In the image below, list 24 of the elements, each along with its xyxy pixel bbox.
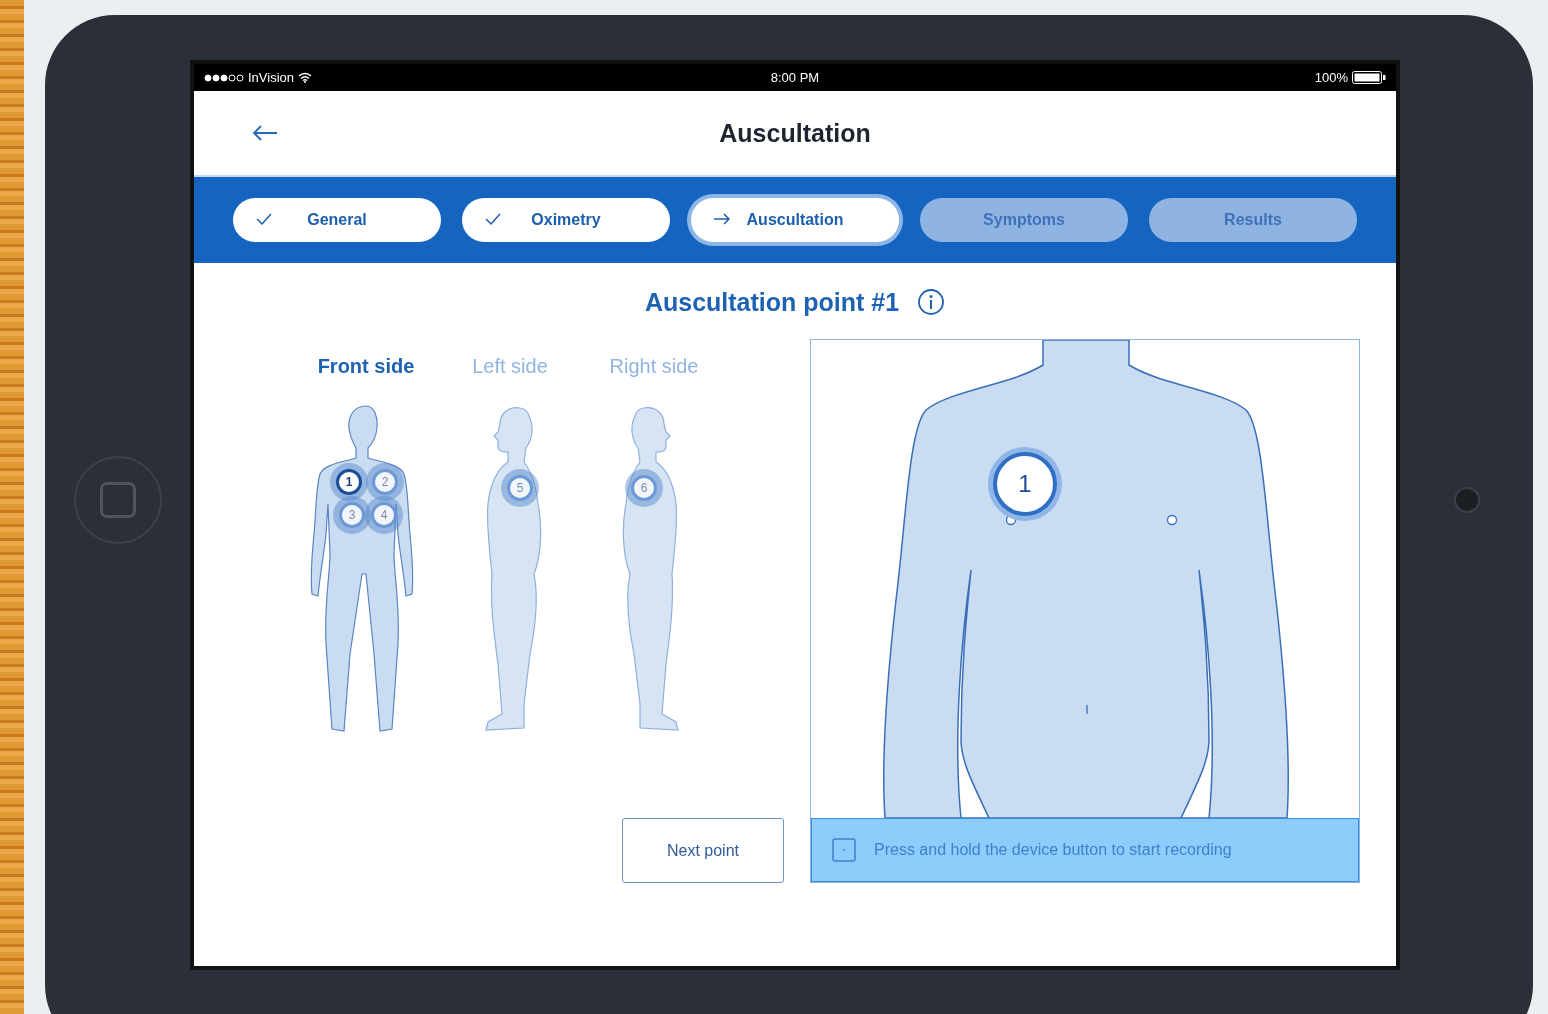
view-tab[interactable]: Right side — [609, 355, 699, 378]
status-time: 8:00 PM — [770, 70, 820, 85]
point-heading: Auscultation point #1 — [644, 287, 900, 317]
screen-title: Auscultation — [719, 118, 871, 148]
step-tab[interactable]: General — [233, 198, 441, 242]
step-tab[interactable]: Results — [1149, 198, 1357, 242]
battery-icon — [1352, 71, 1386, 84]
back-arrow-icon — [252, 125, 278, 141]
arrow-right-icon — [713, 212, 731, 226]
wifi-icon — [298, 72, 312, 83]
instruction-text: Press and hold the device button to start recording — [874, 841, 1232, 859]
view-tab[interactable]: Left side — [472, 355, 548, 378]
next-point-button[interactable]: Next point — [622, 818, 784, 883]
info-icon[interactable] — [917, 288, 946, 316]
step-tab[interactable]: Symptoms — [920, 198, 1128, 242]
check-icon — [255, 212, 273, 226]
signal-icon — [204, 73, 244, 82]
square-icon — [832, 838, 856, 862]
check-icon — [484, 212, 502, 226]
camera-icon — [1453, 487, 1480, 513]
carrier-name: InVision — [248, 70, 294, 85]
battery-percent: 100% — [1314, 70, 1348, 85]
step-tab[interactable]: Oximetry — [462, 198, 670, 242]
view-tab[interactable]: Front side — [317, 355, 415, 378]
